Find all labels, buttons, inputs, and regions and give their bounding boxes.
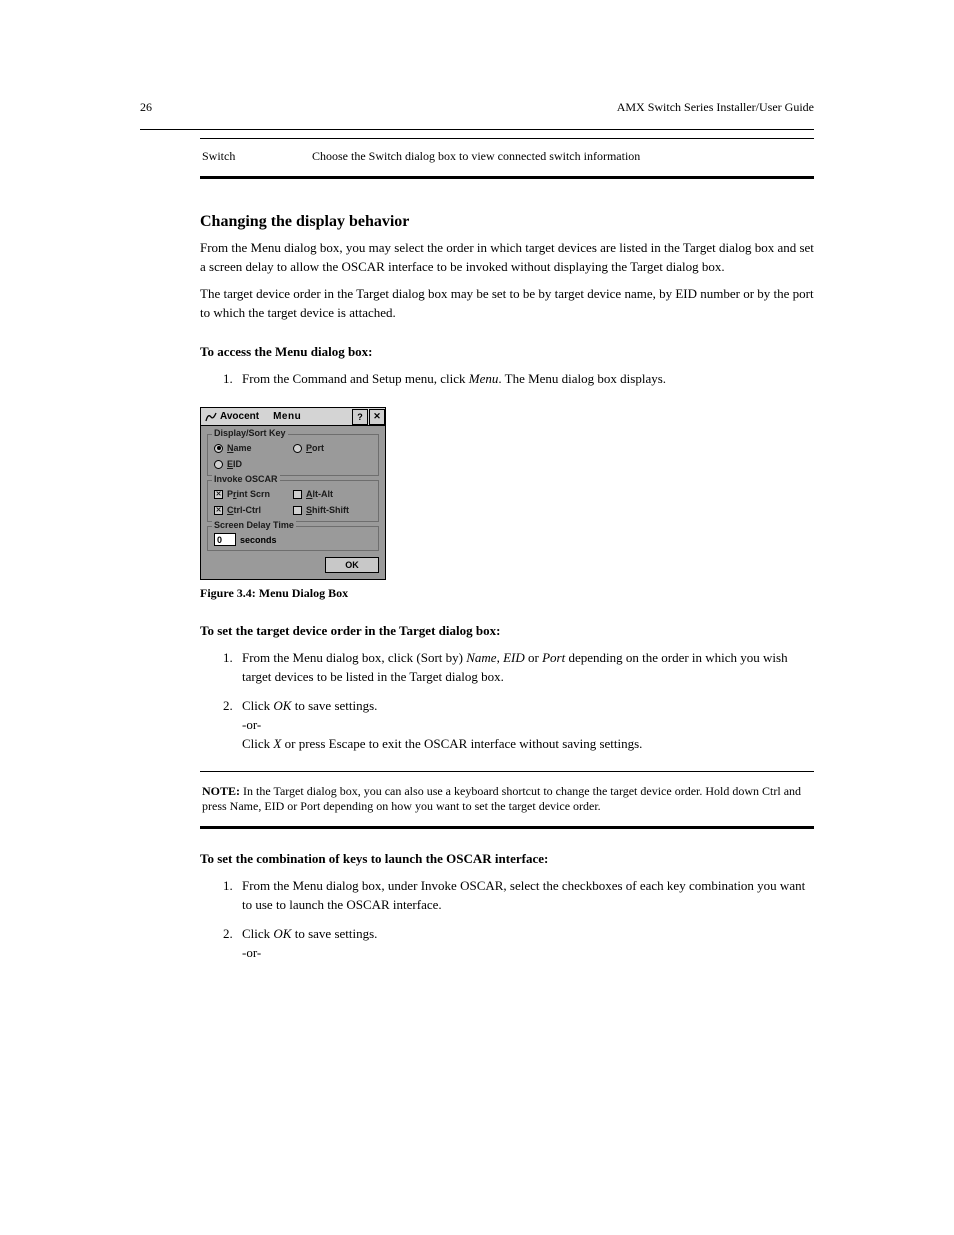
avocent-icon xyxy=(205,412,217,422)
checkbox-label-rest: int Scrn xyxy=(237,489,271,499)
ui-name: EID xyxy=(503,650,525,665)
radio-label-rest: ID xyxy=(233,459,242,469)
radio-icon xyxy=(214,444,223,453)
list-item: Click OK to save settings. -or- Click X … xyxy=(236,697,814,754)
ui-name: Port xyxy=(542,650,565,665)
note-label: NOTE: xyxy=(202,784,240,798)
step-text: . The Menu dialog box displays. xyxy=(498,371,666,386)
legend-text-pre: Screen Delay Time xyxy=(214,520,294,530)
radio-name[interactable]: Name xyxy=(214,443,293,453)
note-rule-bottom xyxy=(200,826,814,829)
radio-label-rest: ort xyxy=(312,443,324,453)
step-text: or xyxy=(525,650,542,665)
table-row: Switch Choose the Switch dialog box to v… xyxy=(200,143,814,170)
note-rule-top xyxy=(200,771,814,772)
radio-eid[interactable]: EID xyxy=(214,459,293,469)
step-text: Click xyxy=(242,698,273,713)
table-rule-bottom xyxy=(200,176,814,179)
config-table: Switch Choose the Switch dialog box to v… xyxy=(200,138,814,179)
help-button[interactable]: ? xyxy=(352,409,368,425)
table-cell-purpose: Choose the Switch dialog box to view con… xyxy=(312,149,812,164)
checkbox-label-rest: trl-Ctrl xyxy=(234,505,262,515)
procedure-heading: To access the Menu dialog box: xyxy=(200,344,814,360)
page-number: 26 xyxy=(140,100,180,115)
list-item: From the Menu dialog box, under Invoke O… xyxy=(236,877,814,915)
checkbox-alt-alt[interactable]: Alt-Alt xyxy=(293,489,372,499)
fieldset-legend: Display/Sort Key xyxy=(212,428,288,438)
brand-label: Avocent xyxy=(220,411,259,422)
fieldset-legend: Invoke OSCAR xyxy=(212,474,280,484)
ok-button[interactable]: OK xyxy=(325,557,379,573)
screen-delay-fieldset: Screen Delay Time 0 seconds xyxy=(207,526,379,551)
delay-input[interactable]: 0 xyxy=(214,533,236,546)
list-item: Click OK to save settings. -or- xyxy=(236,925,814,963)
note-text: NOTE: In the Target dialog box, you can … xyxy=(200,778,814,820)
checkbox-shift-shift[interactable]: Shift-Shift xyxy=(293,505,372,515)
dialog-footer: OK xyxy=(207,555,379,573)
note-block: NOTE: In the Target dialog box, you can … xyxy=(200,771,814,829)
step-list: From the Menu dialog box, click (Sort by… xyxy=(236,649,814,753)
procedure-heading: To set the combination of keys to launch… xyxy=(200,851,814,867)
radio-icon xyxy=(214,460,223,469)
checkbox-icon xyxy=(214,506,223,515)
menu-dialog: Avocent Menu ? ✕ Display/Sort Key Name xyxy=(200,407,386,580)
step-text: From the Command and Setup menu, click xyxy=(242,371,469,386)
menu-name: Menu xyxy=(469,371,499,386)
section-heading: Changing the display behavior xyxy=(200,213,814,231)
figure: Avocent Menu ? ✕ Display/Sort Key Name xyxy=(200,407,814,601)
close-button[interactable]: ✕ xyxy=(369,409,385,425)
step-text: or press xyxy=(281,736,328,751)
step-text: to exit the OSCAR interface without savi… xyxy=(365,736,642,751)
radio-icon xyxy=(293,444,302,453)
checkbox-label-rest: lt-Alt xyxy=(313,489,334,499)
ui-name: OK xyxy=(273,698,291,713)
page-header: 26 AMX Switch Series Installer/User Guid… xyxy=(140,100,814,115)
fieldset-legend: Screen Delay Time xyxy=(212,520,296,530)
titlebar-buttons: ? ✕ xyxy=(351,409,385,425)
table-cell-feature: Switch xyxy=(202,149,312,164)
paragraph: The target device order in the Target di… xyxy=(200,285,814,323)
step-text: Click xyxy=(242,926,273,941)
procedure-heading: To set the target device order in the Ta… xyxy=(200,623,814,639)
ui-name: OK xyxy=(273,926,291,941)
radio-port[interactable]: Port xyxy=(293,443,372,453)
ui-name: Name xyxy=(466,650,496,665)
dialog-titlebar: Avocent Menu ? ✕ xyxy=(201,408,385,426)
dialog-title: Menu xyxy=(263,411,351,422)
checkbox-label-rest: hift-Shift xyxy=(312,505,349,515)
figure-caption: Figure 3.4: Menu Dialog Box xyxy=(200,586,814,601)
invoke-oscar-fieldset: Invoke OSCAR Print Scrn Alt-Alt Ctrl- xyxy=(207,480,379,522)
list-item: From the Menu dialog box, click (Sort by… xyxy=(236,649,814,687)
paragraph: From the Menu dialog box, you may select… xyxy=(200,239,814,277)
checkbox-print-scrn[interactable]: Print Scrn xyxy=(214,489,293,499)
checkbox-icon xyxy=(293,506,302,515)
checkbox-icon xyxy=(214,490,223,499)
table-rule-top xyxy=(200,138,814,139)
radio-label-rest: ame xyxy=(234,443,252,453)
dialog-body: Display/Sort Key Name Port EID xyxy=(201,426,385,579)
step-list: From the Command and Setup menu, click M… xyxy=(236,370,814,389)
header-rule xyxy=(140,129,814,130)
note-body: In the Target dialog box, you can also u… xyxy=(202,784,801,813)
step-list: From the Menu dialog box, under Invoke O… xyxy=(236,877,814,962)
document-title: AMX Switch Series Installer/User Guide xyxy=(617,100,814,115)
checkbox-icon xyxy=(293,490,302,499)
delay-unit: seconds xyxy=(240,535,277,545)
step-text: From the Menu dialog box, click (Sort by… xyxy=(242,650,466,665)
key-name: Escape xyxy=(329,736,366,751)
list-item: From the Command and Setup menu, click M… xyxy=(236,370,814,389)
brand: Avocent xyxy=(201,411,263,422)
display-sort-fieldset: Display/Sort Key Name Port EID xyxy=(207,434,379,476)
page-container: 26 AMX Switch Series Installer/User Guid… xyxy=(0,0,954,1235)
checkbox-ctrl-ctrl[interactable]: Ctrl-Ctrl xyxy=(214,505,293,515)
